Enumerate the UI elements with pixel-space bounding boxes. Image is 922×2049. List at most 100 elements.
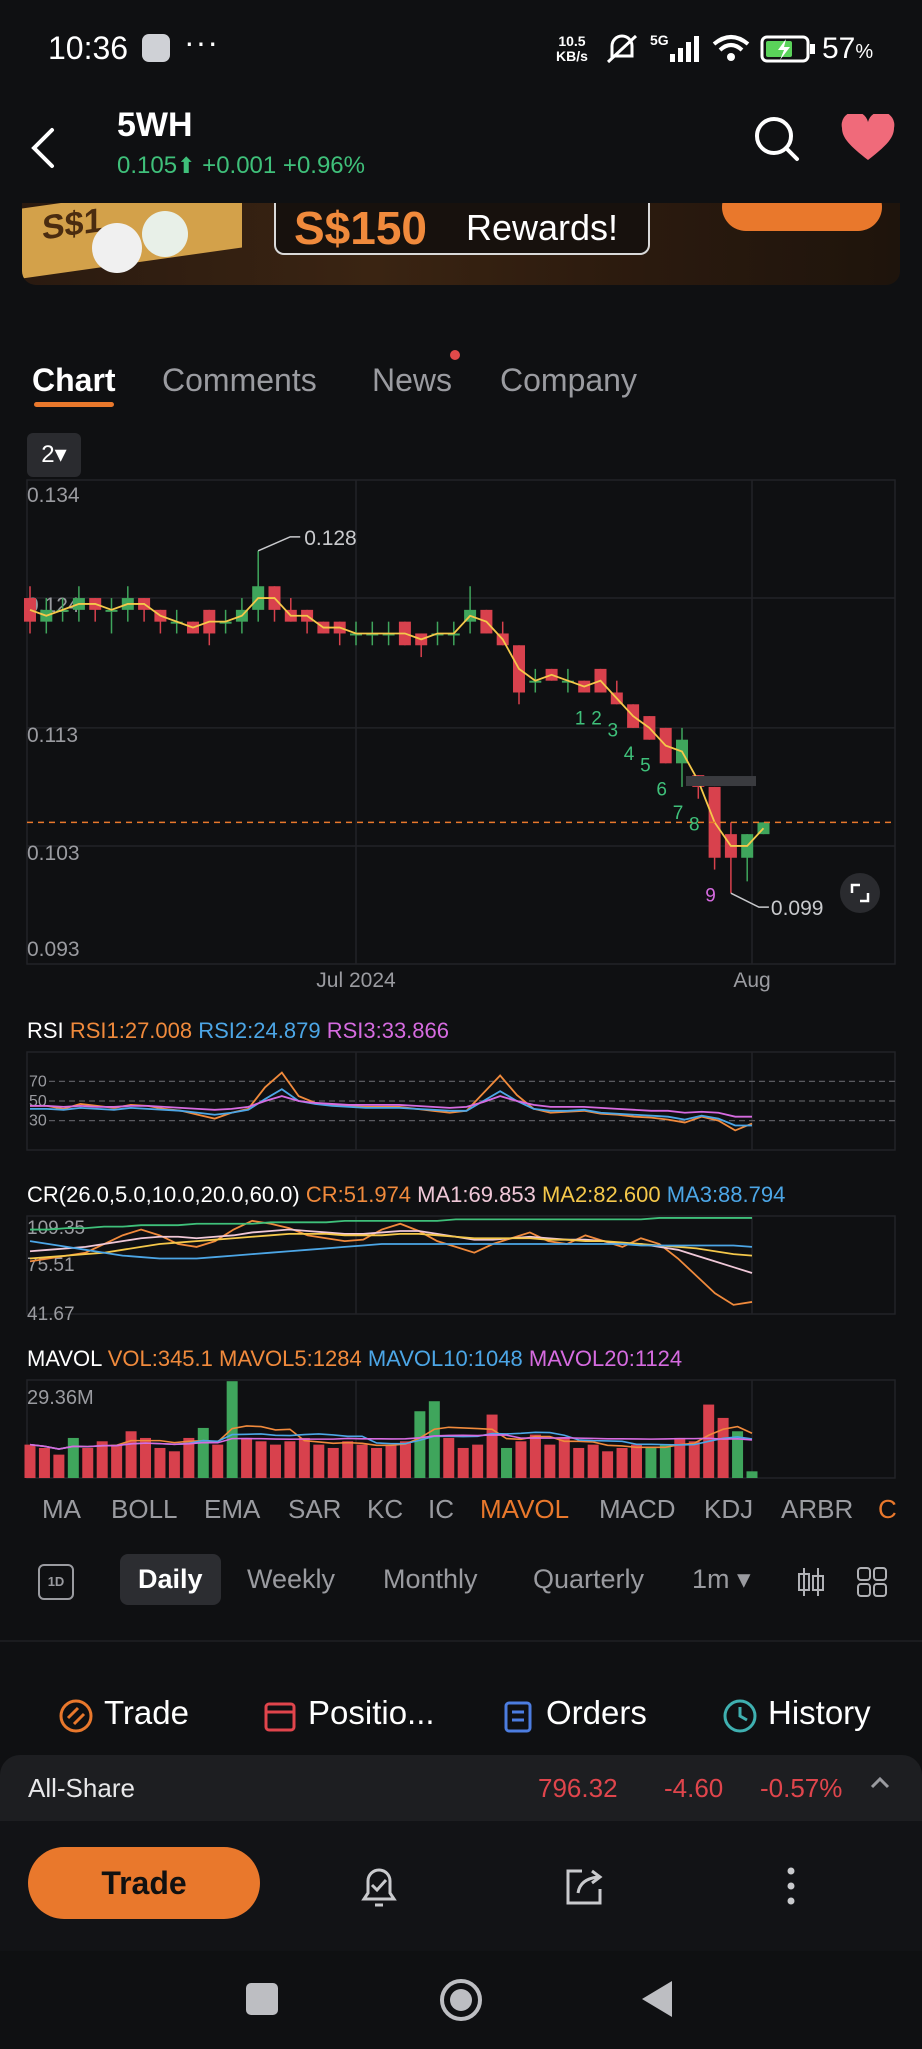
- indicator-line: [29, 1219, 753, 1306]
- tab-chart[interactable]: Chart: [32, 362, 116, 399]
- chart-area[interactable]: 0.1340.1240.1130.1030.0930.1280.0991 2345…: [0, 470, 922, 1480]
- tab-comments[interactable]: Comments: [162, 362, 317, 399]
- share-icon[interactable]: [562, 1863, 608, 1909]
- indicator-arbr[interactable]: ARBR: [781, 1494, 853, 1525]
- apple-logo-icon: [92, 223, 142, 273]
- search-icon[interactable]: [752, 114, 802, 164]
- news-unread-dot: [450, 350, 460, 360]
- action-positions[interactable]: Positio...: [308, 1694, 435, 1732]
- index-value: 796.32: [538, 1773, 618, 1803]
- price-up-arrow-icon: ⬆: [177, 153, 196, 178]
- indicator-sar[interactable]: SAR: [288, 1494, 341, 1525]
- indicator-tabs: MA BOLL EMA SAR KC IC MAVOL MACD KDJ ARB…: [0, 1486, 922, 1530]
- network-speed: 10.5 KB/s: [556, 34, 588, 64]
- promo-banner[interactable]: S$1 S$150 Rewards!: [22, 203, 900, 285]
- battery-icon: [760, 35, 815, 63]
- volume-bar: [67, 1437, 79, 1478]
- indicator-ic[interactable]: IC: [428, 1494, 454, 1525]
- sequence-count-label: 2: [591, 708, 602, 729]
- back-arrow-icon[interactable]: [24, 118, 64, 178]
- indicator-ma[interactable]: MA: [42, 1494, 81, 1525]
- period-daily[interactable]: Daily: [120, 1554, 221, 1605]
- volume-bar: [659, 1444, 671, 1478]
- promo-amount: S$150: [294, 203, 428, 254]
- volume-bar: [414, 1411, 426, 1478]
- trade-button[interactable]: Trade: [28, 1847, 260, 1919]
- volume-bar: [501, 1447, 513, 1478]
- volume-bar: [602, 1451, 614, 1478]
- indicator-macd[interactable]: MACD: [599, 1494, 676, 1525]
- volume-bar: [342, 1441, 354, 1478]
- indicator-ema[interactable]: EMA: [204, 1494, 260, 1525]
- volume-bar: [558, 1437, 570, 1478]
- period-tabs: 1D Daily Weekly Monthly Quarterly 1m ▾: [0, 1550, 922, 1610]
- indicator-boll[interactable]: BOLL: [111, 1494, 178, 1525]
- period-quarterly[interactable]: Quarterly: [533, 1564, 644, 1595]
- mavol-line: [29, 1425, 753, 1450]
- period-minute-dropdown[interactable]: 1m ▾: [692, 1564, 751, 1595]
- indicator-kdj[interactable]: KDJ: [704, 1494, 753, 1525]
- sequence-count-label: 7: [673, 803, 684, 824]
- volume-bar: [38, 1447, 50, 1478]
- volume-bar: [241, 1437, 253, 1478]
- volume-chart: 29.36M: [24, 1379, 896, 1479]
- high-price-label: 0.128: [304, 527, 357, 550]
- indicator-more[interactable]: C: [878, 1494, 897, 1525]
- tab-news[interactable]: News: [372, 362, 452, 399]
- price-alert-icon[interactable]: [356, 1863, 402, 1909]
- price-change: +0.001: [202, 152, 277, 179]
- battery-percent: 57: [822, 32, 856, 65]
- network-speed-value: 10.5: [558, 33, 586, 49]
- volume-bar: [125, 1431, 137, 1478]
- promo-cta-button[interactable]: [722, 203, 882, 231]
- battery-level: 57%: [822, 32, 873, 66]
- x-tick-label: Aug: [733, 969, 770, 992]
- sequence-count-label: 5: [640, 756, 651, 777]
- volume-bar: [645, 1447, 657, 1478]
- volume-bar: [717, 1417, 729, 1478]
- volume-bar: [82, 1447, 94, 1478]
- volume-bar: [587, 1444, 599, 1478]
- volume-bar: [399, 1441, 411, 1478]
- action-orders[interactable]: Orders: [546, 1694, 647, 1732]
- stock-symbol: 5WH: [117, 106, 193, 144]
- panel-frame: [26, 1215, 896, 1315]
- home-icon[interactable]: [438, 1977, 484, 2023]
- favorite-heart-icon[interactable]: [840, 114, 896, 164]
- action-history[interactable]: History: [768, 1694, 871, 1732]
- action-trade[interactable]: Trade: [104, 1694, 189, 1732]
- cr-legend: CR(26.0,5.0,10.0,20.0,60.0) CR:51.974 MA…: [27, 1182, 907, 1208]
- market-index-bar[interactable]: All-Share 796.32 -4.60 -0.57%: [0, 1755, 922, 1821]
- history-icon: [723, 1699, 757, 1733]
- tab-company[interactable]: Company: [500, 362, 637, 399]
- volume-bar: [688, 1441, 700, 1478]
- stock-price: 0.105: [117, 152, 178, 179]
- more-options-icon[interactable]: [768, 1863, 814, 1909]
- chevron-up-icon[interactable]: [868, 1771, 892, 1795]
- 1d-period-icon[interactable]: 1D: [38, 1564, 74, 1600]
- volume-bar: [443, 1437, 455, 1478]
- period-weekly[interactable]: Weekly: [247, 1564, 335, 1595]
- indicator-kc[interactable]: KC: [367, 1494, 403, 1525]
- fullscreen-icon[interactable]: [840, 873, 880, 913]
- sequence-count-label: 9: [705, 886, 716, 907]
- volume-bar: [428, 1401, 440, 1478]
- mavol10-value: MAVOL10:1048: [367, 1346, 523, 1371]
- rsi-tick-label: 70: [29, 1073, 47, 1090]
- candle-style-icon[interactable]: [796, 1566, 826, 1598]
- system-back-icon[interactable]: [640, 1979, 674, 2019]
- rsi-title: RSI: [27, 1018, 64, 1043]
- period-monthly[interactable]: Monthly: [383, 1564, 478, 1595]
- volume-bar: [298, 1437, 310, 1478]
- vol-tick-label: 29.36M: [27, 1387, 94, 1409]
- network-speed-unit: KB/s: [556, 48, 588, 64]
- stock-header: 5WH 0.105⬆ +0.001 +0.96%: [0, 96, 922, 201]
- position-icon: [264, 1702, 296, 1732]
- volume-bar: [197, 1427, 209, 1478]
- grid-layout-icon[interactable]: [856, 1566, 888, 1598]
- stock-quote: 0.105⬆ +0.001 +0.96%: [117, 152, 365, 180]
- indicator-mavol[interactable]: MAVOL: [480, 1494, 569, 1525]
- recent-apps-icon[interactable]: [246, 1983, 278, 2015]
- candlestick-chart: 0.1340.1240.1130.1030.0930.1280.0991 2345…: [24, 479, 896, 992]
- cr-chart: 109.3575.5141.67: [26, 1215, 896, 1325]
